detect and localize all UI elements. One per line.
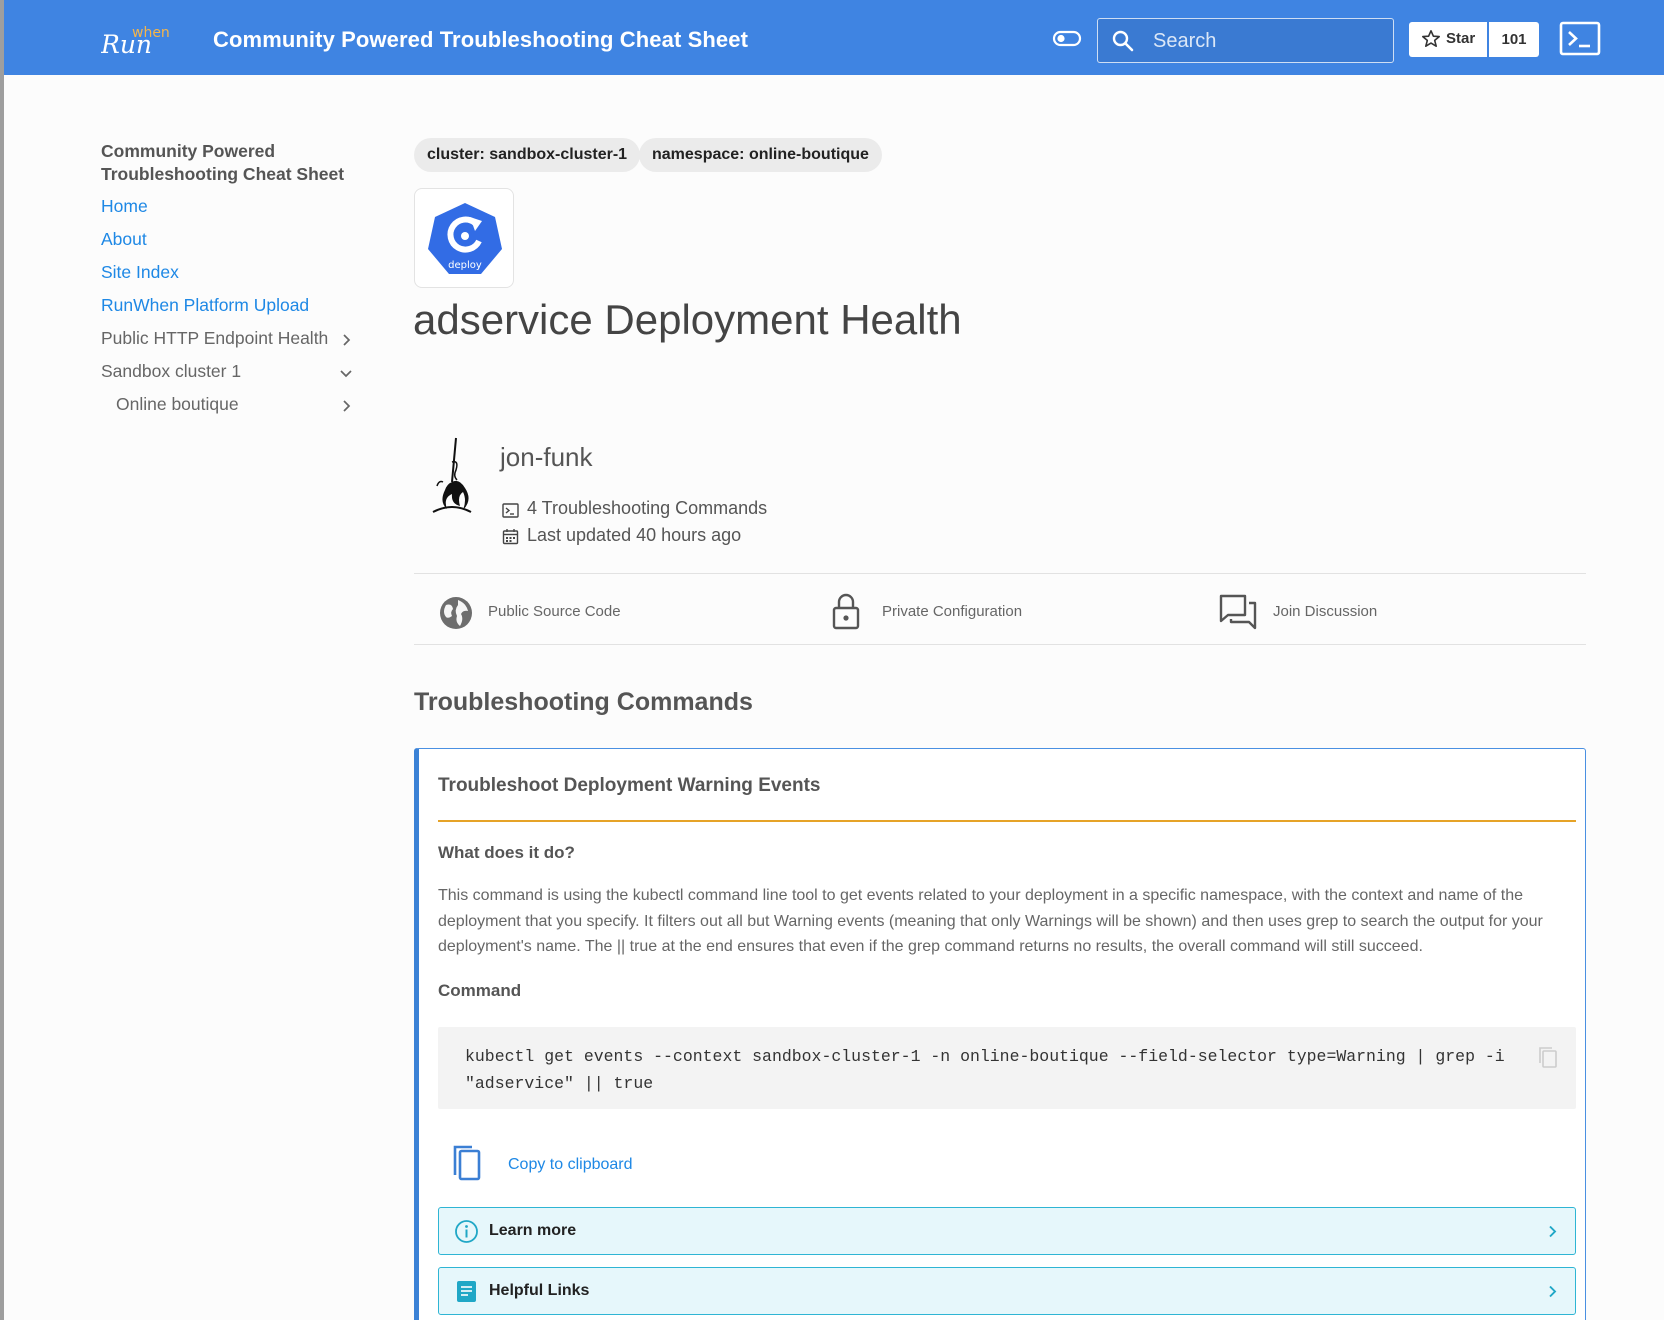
globe-icon (440, 597, 472, 629)
clipboard-icon (453, 1145, 481, 1181)
copy-label: Copy to clipboard (508, 1156, 633, 1173)
helpful-links-label: Helpful Links (489, 1282, 590, 1299)
sidebar-item-sandbox-cluster[interactable]: Sandbox cluster 1 (101, 361, 241, 382)
github-star-button[interactable]: Star (1409, 22, 1487, 57)
chevron-right-icon (1549, 1285, 1557, 1298)
info-icon (455, 1220, 478, 1243)
chevron-right-icon[interactable] (339, 399, 353, 413)
command-heading: Command (438, 981, 522, 1000)
sidebar-item-home[interactable]: Home (101, 196, 148, 217)
chevron-down-icon[interactable] (339, 366, 353, 380)
star-label: Star (1446, 30, 1476, 47)
sidebar-item-http-endpoint[interactable]: Public HTTP Endpoint Health (101, 328, 328, 349)
private-config-label: Private Configuration (882, 603, 1023, 620)
sidebar-item-site-index[interactable]: Site Index (101, 262, 179, 283)
divider (414, 644, 1586, 645)
search-placeholder: Search (1153, 30, 1217, 52)
divider (414, 573, 1586, 574)
card-divider (438, 820, 1576, 822)
star-count[interactable]: 101 (1489, 22, 1539, 57)
deploy-badge: deploy (414, 188, 514, 288)
helpful-links-accordion[interactable]: Helpful Links (438, 1267, 1576, 1315)
sidebar-nav: Community Powered Troubleshooting Cheat … (101, 140, 361, 414)
sidebar-item-about[interactable]: About (101, 229, 147, 250)
chevron-right-icon (1549, 1225, 1557, 1238)
kubernetes-deploy-icon: deploy (428, 203, 502, 274)
tag-cluster[interactable]: cluster: sandbox-cluster-1 (414, 138, 641, 172)
search-icon (1112, 30, 1134, 52)
commands-count: 4 Troubleshooting Commands (527, 498, 768, 518)
page-title: adservice Deployment Health (413, 296, 962, 343)
terminal-icon[interactable] (1559, 21, 1601, 56)
lock-icon (832, 593, 860, 630)
tag-namespace[interactable]: namespace: online-boutique (639, 138, 882, 172)
join-discussion-link[interactable]: Join Discussion (1219, 592, 1419, 632)
window-edge (0, 0, 4, 1320)
chevron-right-icon[interactable] (339, 333, 353, 347)
sidebar-title[interactable]: Community Powered Troubleshooting Cheat … (101, 140, 361, 186)
terminal-small-icon (502, 503, 519, 518)
command-description: This command is using the kubectl comman… (438, 887, 1543, 955)
sidebar-item-online-boutique[interactable]: Online boutique (116, 394, 239, 415)
runwhen-logo[interactable]: Run when (101, 22, 181, 60)
sidebar-item-platform-upload[interactable]: RunWhen Platform Upload (101, 295, 309, 316)
card-title: Troubleshoot Deployment Warning Events (438, 775, 821, 796)
author-name[interactable]: jon-funk (500, 442, 593, 473)
calendar-icon (502, 529, 519, 545)
learn-more-label: Learn more (489, 1222, 577, 1239)
command-text[interactable]: kubectl get events --context sandbox-clu… (465, 1043, 1525, 1097)
learn-more-accordion[interactable]: Learn more (438, 1207, 1576, 1255)
star-icon (1421, 29, 1441, 48)
search-input[interactable]: Search (1097, 18, 1394, 63)
public-source-link[interactable]: Public Source Code (438, 592, 638, 632)
command-card: Troubleshoot Deployment Warning Events W… (414, 748, 1586, 1320)
what-heading: What does it do? (438, 843, 575, 862)
top-navbar: Run when Community Powered Troubleshooti… (4, 0, 1664, 75)
book-icon (457, 1281, 476, 1302)
author-avatar (432, 437, 472, 513)
theme-toggle-icon[interactable] (1052, 28, 1082, 48)
deploy-icon-label: deploy (448, 260, 482, 271)
public-source-label: Public Source Code (488, 603, 621, 620)
section-title: Troubleshooting Commands (414, 688, 753, 716)
last-updated: Last updated 40 hours ago (527, 525, 742, 545)
svg-text:when: when (132, 25, 170, 41)
forum-icon (1219, 594, 1257, 630)
private-config-link[interactable]: Private Configuration (832, 592, 1032, 632)
copy-icon[interactable] (1537, 1045, 1559, 1069)
code-block: kubectl get events --context sandbox-clu… (438, 1027, 1576, 1109)
join-discussion-label: Join Discussion (1273, 603, 1378, 620)
site-title[interactable]: Community Powered Troubleshooting Cheat … (213, 27, 748, 53)
